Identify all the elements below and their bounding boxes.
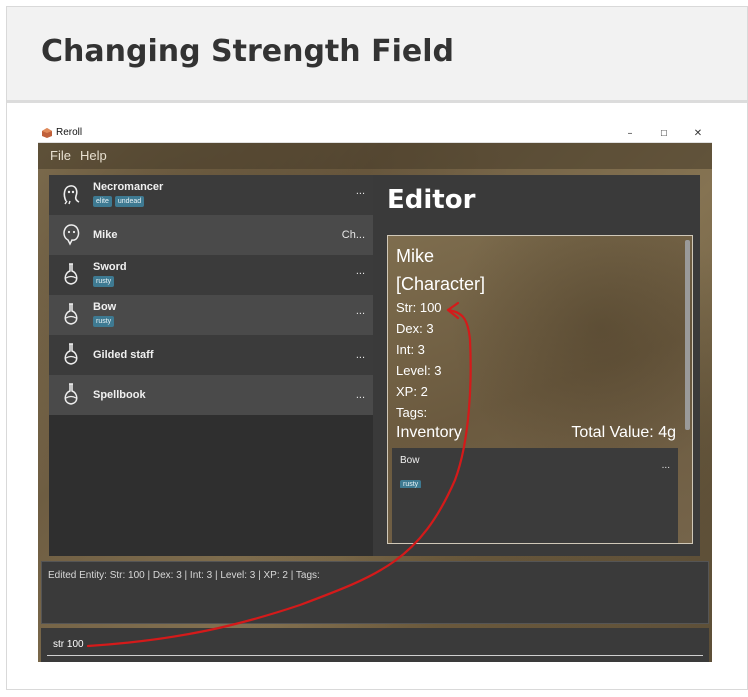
tag-badge: elite: [93, 196, 112, 207]
tag-badge: undead: [114, 196, 145, 207]
stat-str: Str: 100: [396, 300, 442, 315]
app-icon: [42, 128, 52, 138]
entity-type: [Character]: [396, 274, 486, 294]
doc-title: Changing Strength Field: [41, 34, 454, 69]
item-tags: rusty: [93, 276, 115, 287]
list-item-mike[interactable]: Mike Ch...: [49, 215, 373, 255]
item-tags: elite undead: [93, 196, 145, 207]
entity-list: Necromancer elite undead ... Mike Ch... …: [49, 175, 373, 556]
inventory-label: Inventory: [396, 424, 462, 441]
editor-heading: Editor: [387, 185, 476, 215]
item-more[interactable]: Ch...: [342, 229, 365, 241]
potion-icon: [64, 343, 78, 365]
editor-details[interactable]: Mike [Character] Str: 100 Dex: 3 Int: 3 …: [387, 235, 693, 544]
ghost-icon: [63, 224, 80, 246]
ghost-icon: [63, 185, 80, 205]
menu-file[interactable]: File: [50, 148, 71, 163]
item-tags: rusty: [93, 316, 115, 327]
item-more[interactable]: ...: [356, 349, 365, 361]
inventory-item-name: Bow: [400, 455, 420, 466]
result-text: Edited Entity: Str: 100 | Dex: 3 | Int: …: [48, 570, 320, 581]
list-item-necromancer[interactable]: Necromancer elite undead ...: [49, 175, 373, 215]
stat-level: Level: 3: [396, 363, 442, 378]
menu-help[interactable]: Help: [80, 148, 107, 163]
minimize-button[interactable]: –: [620, 126, 640, 141]
doc-header: Changing Strength Field: [7, 7, 747, 103]
item-name: Mike: [93, 229, 118, 241]
entity-name: Mike: [396, 246, 435, 266]
list-item-spellbook[interactable]: Spellbook ...: [49, 375, 373, 415]
stat-int: Int: 3: [396, 342, 425, 357]
editor-panel: Editor Mike [Character] Str: 100 Dex: 3 …: [373, 175, 700, 556]
item-name: Sword: [93, 261, 127, 273]
tag-badge: rusty: [93, 316, 115, 327]
item-more[interactable]: ...: [356, 185, 365, 197]
item-more[interactable]: ...: [356, 305, 365, 317]
item-more[interactable]: ...: [356, 265, 365, 277]
potion-icon: [64, 263, 78, 285]
inventory-item-bow[interactable]: Bow rusty ...: [392, 448, 678, 489]
maximize-button[interactable]: ☐: [654, 126, 674, 141]
item-name: Gilded staff: [93, 349, 154, 361]
menu-bar: File Help: [38, 143, 712, 169]
item-name: Necromancer: [93, 181, 164, 193]
scrollbar[interactable]: [685, 240, 690, 430]
stat-xp: XP: 2: [396, 384, 428, 399]
list-item-sword[interactable]: Sword rusty ...: [49, 255, 373, 295]
title-bar[interactable]: Reroll – ☐ ✕: [38, 124, 712, 143]
item-more[interactable]: ...: [356, 389, 365, 401]
command-input[interactable]: [47, 634, 703, 656]
item-more[interactable]: ...: [662, 460, 670, 471]
command-box: [41, 628, 709, 662]
list-item-bow[interactable]: Bow rusty ...: [49, 295, 373, 335]
potion-icon: [64, 383, 78, 405]
result-display: Edited Entity: Str: 100 | Dex: 3 | Int: …: [41, 561, 709, 624]
window-title: Reroll: [56, 127, 83, 138]
inventory-total-value: Total Value: 4g: [571, 424, 676, 441]
tag-badge: rusty: [93, 276, 115, 287]
item-name: Bow: [93, 301, 117, 313]
stat-dex: Dex: 3: [396, 321, 434, 336]
entity-tags: Tags:: [396, 405, 428, 420]
inventory-empty-area: [392, 488, 678, 543]
close-button[interactable]: ✕: [688, 126, 708, 141]
potion-icon: [64, 303, 78, 325]
app-window: Reroll – ☐ ✕ File Help Necromancer elite…: [38, 124, 712, 662]
list-item-gilded-staff[interactable]: Gilded staff ...: [49, 335, 373, 375]
item-name: Spellbook: [93, 389, 146, 401]
